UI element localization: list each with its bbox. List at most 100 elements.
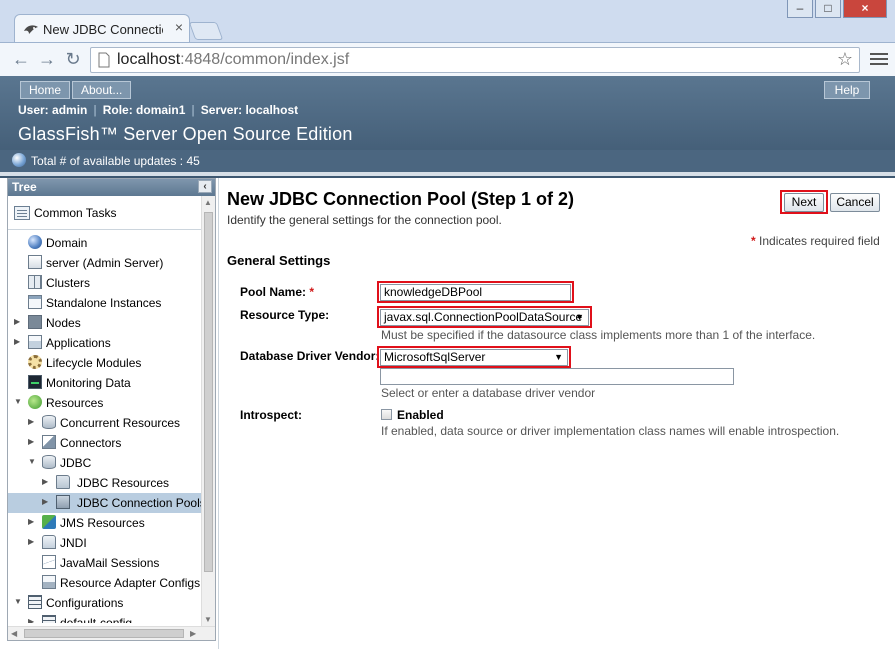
expand-arrow-icon[interactable]: ▶: [42, 498, 50, 506]
updates-text[interactable]: Total # of available updates : 45: [31, 154, 200, 168]
scroll-left-icon[interactable]: ◀: [11, 629, 17, 638]
config-icon: [28, 595, 42, 609]
tab-close-icon[interactable]: ×: [175, 19, 183, 35]
folder-icon: [56, 475, 70, 489]
tree-horizontal-scrollbar[interactable]: ◀ ▶: [8, 626, 215, 640]
home-button[interactable]: Home: [20, 81, 71, 99]
user-info: User: admin | Role: domain1 | Server: localh…: [18, 103, 299, 117]
node-icon: [28, 315, 42, 329]
page-icon: [98, 52, 110, 68]
tree-item-monitoring-data[interactable]: Monitoring Data: [8, 373, 202, 393]
tree-item-jndi[interactable]: ▶ JNDI: [8, 533, 202, 553]
url-text: localhost:4848/common/index.jsf: [117, 51, 350, 68]
jms-icon: [42, 515, 56, 529]
scroll-down-icon[interactable]: ▼: [204, 615, 212, 624]
reload-icon[interactable]: ↻: [62, 49, 84, 70]
tree-item-clusters[interactable]: Clusters: [8, 273, 202, 293]
config-icon: [42, 615, 56, 623]
minimize-icon[interactable]: –: [787, 0, 813, 18]
next-button[interactable]: Next: [784, 193, 824, 212]
tree-item-configurations[interactable]: ▼ Configurations: [8, 593, 202, 613]
close-window-icon[interactable]: ×: [843, 0, 887, 18]
tree-item-jdbc[interactable]: ▼ JDBC: [8, 453, 202, 473]
applications-icon: [28, 335, 42, 349]
tree-item-applications[interactable]: ▶ Applications: [8, 333, 202, 353]
about-button[interactable]: About...: [72, 81, 132, 99]
tree-item-concurrent-resources[interactable]: ▶ Concurrent Resources: [8, 413, 202, 433]
tab-title: New JDBC Connection P: [43, 22, 163, 37]
section-title: General Settings: [227, 253, 331, 268]
tree-item-resource-adapter-configs[interactable]: Resource Adapter Configs: [8, 573, 202, 593]
tree-item-resources[interactable]: ▼ Resources: [8, 393, 202, 413]
tasks-list-icon: [14, 206, 30, 220]
tree-header: Tree ‹: [8, 179, 215, 196]
resource-type-hint: Must be specified if the datasource clas…: [381, 328, 816, 342]
vendor-input[interactable]: [380, 368, 734, 385]
tree-item-domain[interactable]: Domain: [8, 233, 202, 253]
common-tasks-link[interactable]: Common Tasks: [8, 196, 215, 230]
introspect-checkbox[interactable]: [381, 409, 392, 420]
mail-icon: [42, 555, 56, 569]
page-title: New JDBC Connection Pool (Step 1 of 2): [227, 189, 575, 209]
server-text: Server: localhost: [200, 103, 299, 117]
tree-item-jdbc-connection-pools[interactable]: ▶ JDBC Connection Pools: [8, 493, 202, 513]
tree-item-standalone-instances[interactable]: Standalone Instances: [8, 293, 202, 313]
page-help-text: Identify the general settings for the co…: [227, 213, 502, 227]
header-divider: [0, 172, 895, 176]
new-tab-button[interactable]: [188, 22, 224, 40]
tree-item-jdbc-resources[interactable]: ▶ JDBC Resources: [8, 473, 202, 493]
introspect-checkbox-label[interactable]: Enabled: [397, 408, 444, 422]
browser-menu-icon[interactable]: [870, 53, 888, 67]
window-controls: – □ ×: [787, 0, 887, 18]
scroll-up-icon[interactable]: ▲: [204, 198, 212, 207]
dropdown-arrow-icon: ▼: [554, 352, 563, 362]
expand-arrow-icon[interactable]: ▶: [28, 538, 36, 546]
gear-icon: [28, 355, 42, 369]
common-tasks-label: Common Tasks: [34, 206, 117, 220]
tree-item-default-config[interactable]: ▶ default-config: [8, 613, 202, 623]
horizontal-scroll-thumb[interactable]: [24, 629, 184, 638]
tree-vertical-scrollbar[interactable]: ▲ ▼: [201, 196, 215, 626]
bookmark-star-icon[interactable]: ☆: [837, 49, 853, 70]
vendor-select[interactable]: MicrosoftSqlServer ▼: [380, 349, 568, 366]
resource-type-select[interactable]: javax.sql.ConnectionPoolDataSource ▼: [380, 309, 589, 326]
tree-items: Domain server (Admin Server) Clusters St…: [8, 231, 202, 623]
address-bar[interactable]: localhost:4848/common/index.jsf ☆: [90, 47, 860, 73]
expand-arrow-icon[interactable]: ▶: [28, 418, 36, 426]
cancel-button[interactable]: Cancel: [830, 193, 880, 212]
browser-tab[interactable]: New JDBC Connection P ×: [14, 14, 190, 42]
collapse-arrow-icon[interactable]: ▼: [28, 458, 36, 466]
vertical-scroll-thumb[interactable]: [204, 212, 213, 572]
globe-icon: [28, 235, 42, 249]
introspect-hint: If enabled, data source or driver implem…: [381, 424, 840, 438]
tree-item-server[interactable]: server (Admin Server): [8, 253, 202, 273]
glassfish-header: Home About... Help User: admin | Role: dom…: [0, 76, 895, 178]
collapse-tree-icon[interactable]: ‹: [198, 180, 212, 193]
back-arrow-icon[interactable]: ←: [10, 49, 32, 70]
collapse-arrow-icon[interactable]: ▼: [14, 398, 22, 406]
expand-arrow-icon[interactable]: ▶: [14, 318, 22, 326]
tree-item-jms-resources[interactable]: ▶ JMS Resources: [8, 513, 202, 533]
forward-arrow-icon[interactable]: →: [36, 49, 58, 70]
tree-item-nodes[interactable]: ▶ Nodes: [8, 313, 202, 333]
resources-icon: [28, 395, 42, 409]
collapse-arrow-icon[interactable]: ▼: [14, 598, 22, 606]
jndi-icon: [42, 535, 56, 549]
tree-item-connectors[interactable]: ▶ Connectors: [8, 433, 202, 453]
expand-arrow-icon[interactable]: ▶: [42, 478, 50, 486]
database-icon: [42, 455, 56, 469]
required-star: *: [751, 234, 756, 248]
help-button[interactable]: Help: [824, 81, 870, 99]
glassfish-favicon-icon: [24, 25, 38, 34]
expand-arrow-icon[interactable]: ▶: [28, 438, 36, 446]
expand-arrow-icon[interactable]: ▶: [28, 618, 36, 624]
tree-item-lifecycle-modules[interactable]: Lifecycle Modules: [8, 353, 202, 373]
updates-globe-icon: [12, 153, 26, 167]
expand-arrow-icon[interactable]: ▶: [28, 518, 36, 526]
expand-arrow-icon[interactable]: ▶: [14, 338, 22, 346]
pool-name-input[interactable]: knowledgeDBPool: [380, 284, 571, 301]
role-text: Role: domain1: [102, 103, 186, 117]
scroll-right-icon[interactable]: ▶: [190, 629, 196, 638]
maximize-icon[interactable]: □: [815, 0, 841, 18]
tree-item-javamail-sessions[interactable]: JavaMail Sessions: [8, 553, 202, 573]
